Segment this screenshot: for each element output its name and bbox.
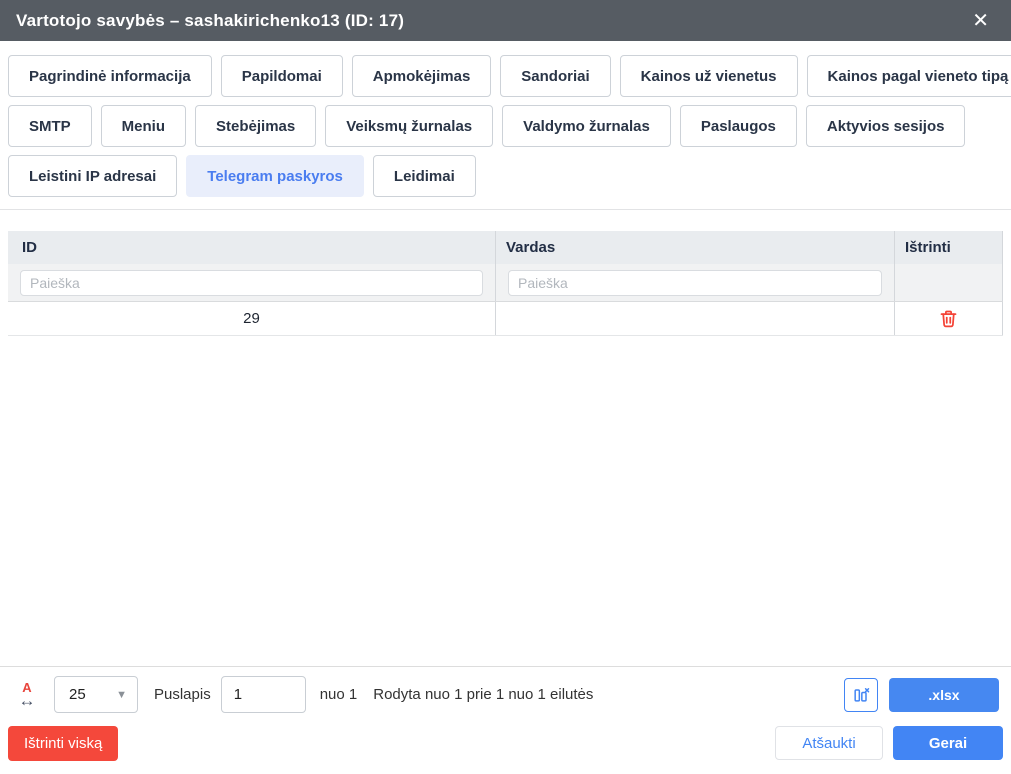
search-cell-id: [8, 264, 495, 301]
table-row: 29: [8, 302, 1003, 336]
delete-row-button[interactable]: [936, 306, 961, 331]
modal-title: Vartotojo savybės – sashakirichenko13 (I…: [16, 11, 404, 31]
page-of-text: nuo 1: [320, 686, 358, 703]
tab-meniu[interactable]: Meniu: [101, 105, 186, 147]
tab-leidimai[interactable]: Leidimai: [373, 155, 476, 197]
columns-toggle-icon: [851, 685, 871, 705]
column-visibility-button[interactable]: [844, 678, 878, 712]
close-icon[interactable]: ✕: [966, 7, 995, 35]
tab-apmokejimas[interactable]: Apmokėjimas: [352, 55, 492, 97]
column-header-id[interactable]: ID: [8, 231, 495, 264]
column-header-vardas[interactable]: Vardas: [495, 231, 894, 264]
tab-aktyvios-sesijos[interactable]: Aktyvios sesijos: [806, 105, 966, 147]
autofit-columns-button[interactable]: A ↔: [14, 682, 40, 707]
column-header-istrinti: Ištrinti: [894, 231, 1003, 264]
table-empty-area: [0, 336, 1011, 666]
tab-smtp[interactable]: SMTP: [8, 105, 92, 147]
delete-all-button[interactable]: Ištrinti viską: [8, 726, 118, 761]
pagination-bar: A ↔ 25 ▼ Puslapis nuo 1 Rodyta nuo 1 pri…: [0, 666, 1011, 722]
confirm-buttons: Atšaukti Gerai: [775, 726, 1003, 760]
page-size-value: 25: [69, 686, 86, 703]
rows-summary: Rodyta nuo 1 prie 1 nuo 1 eilutės: [373, 686, 593, 703]
telegram-accounts-table: ID Vardas Ištrinti 29: [8, 231, 1003, 336]
cell-delete: [894, 302, 1003, 335]
search-cell-vardas: [495, 264, 894, 301]
table-search-row: [8, 264, 1003, 302]
tab-stebejimas[interactable]: Stebėjimas: [195, 105, 316, 147]
user-properties-modal: Vartotojo savybės – sashakirichenko13 (I…: [0, 0, 1011, 774]
tab-sandoriai[interactable]: Sandoriai: [500, 55, 610, 97]
modal-actions: Ištrinti viską Atšaukti Gerai: [0, 722, 1011, 774]
autofit-arrow-icon: ↔: [19, 695, 36, 707]
ok-button[interactable]: Gerai: [893, 726, 1003, 760]
tab-pagrindine-informacija[interactable]: Pagrindinė informacija: [8, 55, 212, 97]
search-cell-istrinti: [894, 264, 1003, 301]
tab-row-2: SMTP Meniu Stebėjimas Veiksmų žurnalas V…: [8, 105, 1003, 147]
search-input-id[interactable]: [20, 270, 483, 296]
trash-icon: [938, 308, 959, 329]
tab-veiksmu-zurnalas[interactable]: Veiksmų žurnalas: [325, 105, 493, 147]
page-label: Puslapis: [154, 686, 211, 703]
tab-paslaugos[interactable]: Paslaugos: [680, 105, 797, 147]
tab-leistini-ip-adresai[interactable]: Leistini IP adresai: [8, 155, 177, 197]
export-xlsx-button[interactable]: .xlsx: [889, 678, 999, 712]
export-controls: .xlsx: [844, 678, 999, 712]
modal-header: Vartotojo savybės – sashakirichenko13 (I…: [0, 0, 1011, 41]
search-input-vardas[interactable]: [508, 270, 882, 296]
tab-kainos-pagal-vieneto-tipa[interactable]: Kainos pagal vieneto tipą: [807, 55, 1011, 97]
tabs-divider: [0, 209, 1011, 210]
cell-id: 29: [8, 302, 495, 335]
page-size-select[interactable]: 25 ▼: [54, 676, 138, 713]
table-header-row: ID Vardas Ištrinti: [8, 231, 1003, 264]
tab-row-3: Leistini IP adresai Telegram paskyros Le…: [8, 155, 1003, 197]
page-number-input[interactable]: [221, 676, 306, 713]
cell-vardas: [495, 302, 894, 335]
tab-valdymo-zurnalas[interactable]: Valdymo žurnalas: [502, 105, 671, 147]
tab-papildomai[interactable]: Papildomai: [221, 55, 343, 97]
tab-telegram-paskyros[interactable]: Telegram paskyros: [186, 155, 364, 197]
chevron-down-icon: ▼: [116, 689, 127, 701]
tab-row-1: Pagrindinė informacija Papildomai Apmokė…: [8, 55, 1003, 97]
tabs-bar: Pagrindinė informacija Papildomai Apmokė…: [0, 41, 1011, 205]
cancel-button[interactable]: Atšaukti: [775, 726, 883, 760]
tab-kainos-uz-vienetus[interactable]: Kainos už vienetus: [620, 55, 798, 97]
